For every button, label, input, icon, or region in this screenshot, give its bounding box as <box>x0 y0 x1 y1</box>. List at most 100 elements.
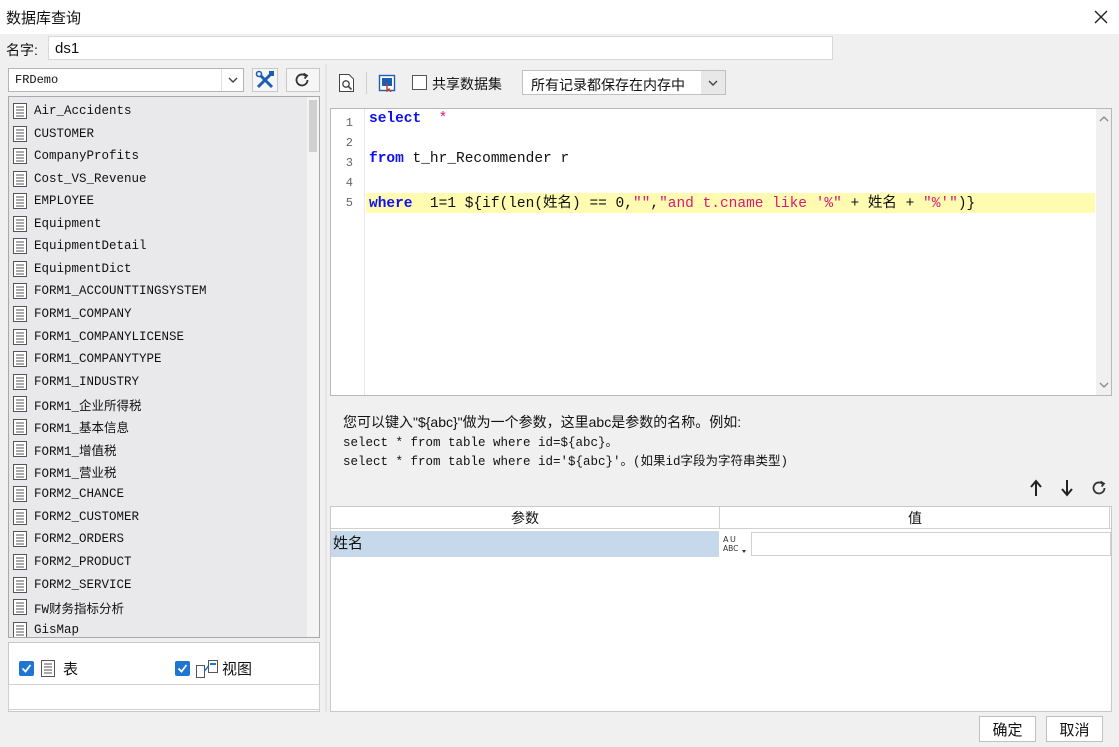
table-list-item[interactable]: FORM2_CHANCE <box>9 483 307 505</box>
table-list-item[interactable]: EMPLOYEE <box>9 190 307 212</box>
svg-text:ABC: ABC <box>723 544 738 553</box>
close-button[interactable] <box>1082 0 1119 34</box>
move-param-up-button[interactable] <box>1024 476 1048 500</box>
panel-splitter[interactable] <box>325 64 327 712</box>
param-name-cell[interactable]: 姓名 <box>331 531 719 557</box>
table-list-item[interactable]: FORM2_PRODUCT <box>9 551 307 573</box>
table-list-item[interactable]: Air_Accidents <box>9 100 307 122</box>
show-tables-label: 表 <box>63 661 79 678</box>
param-table: 参数 值 姓名 A U ABC <box>330 506 1112 712</box>
cancel-button[interactable]: 取消 <box>1046 716 1103 742</box>
share-dataset-checkbox[interactable] <box>412 75 427 90</box>
table-list-item-label: FORM1_增值税 <box>34 444 117 459</box>
table-list-item-label: FORM1_企业所得税 <box>34 399 142 414</box>
table-list-item[interactable]: FORM1_营业税 <box>9 461 307 483</box>
table-list-item[interactable]: FORM2_ORDERS <box>9 528 307 550</box>
name-input[interactable] <box>48 36 833 60</box>
sql-icon <box>378 74 396 92</box>
sql-editor-button[interactable] <box>374 71 400 95</box>
table-list[interactable]: Air_Accidents CUSTOMER CompanyProfits Cost_… <box>8 96 320 638</box>
param-hint-example-1: select * from table where id=${abc}。 <box>343 436 619 450</box>
sql-editor[interactable]: 1 2 3 4 5 select * from t_hr_Recommender… <box>330 108 1112 396</box>
table-list-item[interactable]: CompanyProfits <box>9 145 307 167</box>
table-list-item[interactable]: FORM1_INDUSTRY <box>9 371 307 393</box>
table-list-item[interactable]: FORM2_CUSTOMER <box>9 506 307 528</box>
table-icon <box>13 283 27 300</box>
code-text: 1=1 ${if(len(姓名) == 0, <box>412 196 633 212</box>
code-text: * <box>421 111 448 127</box>
param-table-header: 参数 值 <box>331 507 1111 529</box>
table-list-item[interactable]: FORM1_COMPANYLICENSE <box>9 326 307 348</box>
table-list-scroll-thumb[interactable] <box>309 100 317 152</box>
column-header-param[interactable]: 参数 <box>331 507 720 528</box>
editor-scrollbar[interactable] <box>1096 109 1111 395</box>
table-icon <box>13 193 27 210</box>
toolbar-separator <box>366 72 367 94</box>
show-tables-checkbox[interactable] <box>19 661 34 676</box>
table-list-item[interactable]: FORM1_增值税 <box>9 438 307 460</box>
table-list-item[interactable]: Equipment <box>9 213 307 235</box>
code-line-5: where 1=1 ${if(len(姓名) == 0,"","and t.cn… <box>369 191 975 212</box>
table-list-item-label: FORM1_COMPANY <box>34 306 132 321</box>
param-type-button[interactable]: A U ABC <box>720 532 750 556</box>
column-header-value[interactable]: 值 <box>721 507 1110 528</box>
param-value-input[interactable] <box>751 532 1111 556</box>
table-list-scrollbar[interactable] <box>307 97 319 637</box>
table-icon <box>13 508 27 525</box>
connection-settings-button[interactable] <box>252 68 278 92</box>
table-icon <box>13 148 27 165</box>
table-icon <box>13 576 27 593</box>
table-list-item[interactable]: EquipmentDict <box>9 258 307 280</box>
table-icon <box>13 418 27 435</box>
table-row[interactable]: 姓名 A U ABC <box>331 531 1111 557</box>
table-icon <box>13 621 27 637</box>
table-list-item[interactable]: FW财务指标分析 <box>9 596 307 618</box>
table-list-item[interactable]: FORM2_SERVICE <box>9 574 307 596</box>
table-search-input[interactable] <box>8 684 320 710</box>
table-icon <box>13 305 27 322</box>
table-list-item[interactable]: Cost_VS_Revenue <box>9 168 307 190</box>
table-list-item-label: FORM1_INDUSTRY <box>34 374 140 389</box>
refresh-icon <box>295 72 309 87</box>
table-icon <box>13 554 27 570</box>
memory-mode-value: 所有记录都保存在内存中 <box>531 77 685 93</box>
table-list-item[interactable]: FORM1_ACCOUNTTINGSYSTEM <box>9 280 307 302</box>
table-icon <box>13 351 27 368</box>
table-list-item[interactable]: FORM1_COMPANYTYPE <box>9 348 307 370</box>
line-number: 4 <box>345 176 353 190</box>
move-param-down-button[interactable] <box>1055 476 1079 500</box>
table-list-item[interactable]: FORM1_企业所得税 <box>9 393 307 415</box>
chevron-up-icon <box>1099 116 1109 122</box>
check-icon <box>177 664 188 673</box>
arrow-down-icon <box>1061 480 1073 497</box>
table-icon <box>13 125 27 142</box>
table-list-item[interactable]: FORM1_COMPANY <box>9 303 307 325</box>
table-list-item-label: Air_Accidents <box>34 104 132 118</box>
show-views-checkbox[interactable] <box>175 661 190 676</box>
table-list-item-label: CompanyProfits <box>34 149 140 164</box>
table-icon <box>13 260 27 277</box>
table-list-item-label: GisMap <box>34 622 80 637</box>
table-list-item[interactable]: FORM1_基本信息 <box>9 416 307 438</box>
refresh-tables-button[interactable] <box>286 68 320 92</box>
table-list-item[interactable]: EquipmentDetail <box>9 235 307 257</box>
table-icon <box>13 170 27 187</box>
table-list-item-label: EMPLOYEE <box>34 194 95 209</box>
line-number: 1 <box>345 116 353 130</box>
table-list-item[interactable]: GisMap <box>9 619 307 637</box>
preview-button[interactable] <box>334 71 360 95</box>
ok-button[interactable]: 确定 <box>979 716 1036 742</box>
table-icon <box>41 660 55 677</box>
table-icon <box>13 238 27 255</box>
table-list-item[interactable]: CUSTOMER <box>9 123 307 145</box>
table-icon <box>13 463 27 480</box>
param-hint-example-2: select * from table where id='${abc}'。(如… <box>343 455 789 469</box>
table-list-item-label: EquipmentDetail <box>34 239 147 254</box>
datasource-select[interactable]: FRDemo <box>8 68 244 92</box>
code-line-3: from t_hr_Recommender r <box>369 151 569 167</box>
text-type-icon: A U ABC <box>723 535 746 553</box>
memory-mode-select[interactable]: 所有记录都保存在内存中 <box>522 70 726 95</box>
table-list-item-label: FORM2_CUSTOMER <box>34 509 140 524</box>
refresh-params-button[interactable] <box>1087 476 1111 500</box>
tools-icon <box>255 70 274 89</box>
